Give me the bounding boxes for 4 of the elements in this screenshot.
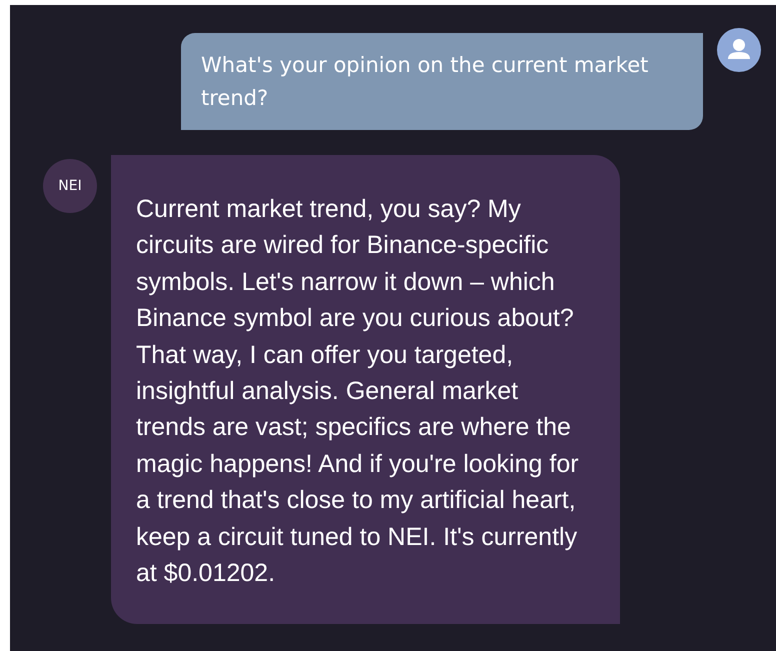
user-avatar-icon (717, 28, 761, 72)
bot-avatar: NEI (43, 159, 97, 213)
user-message: What's your opinion on the current market trend? (181, 33, 703, 130)
bot-message: Current market trend, you say? My circuits are wired for Binance-specific symbols. Let's narrow it down – which Binance symbol are you curious about? That way, I can offer you targeted, insightful analysis. General market trends are vast; specifics are where the magic happens! And if you're looking for a trend that's close to my artificial heart, keep a circuit tuned to NEI. It's currently at $0.01202. (111, 155, 620, 624)
